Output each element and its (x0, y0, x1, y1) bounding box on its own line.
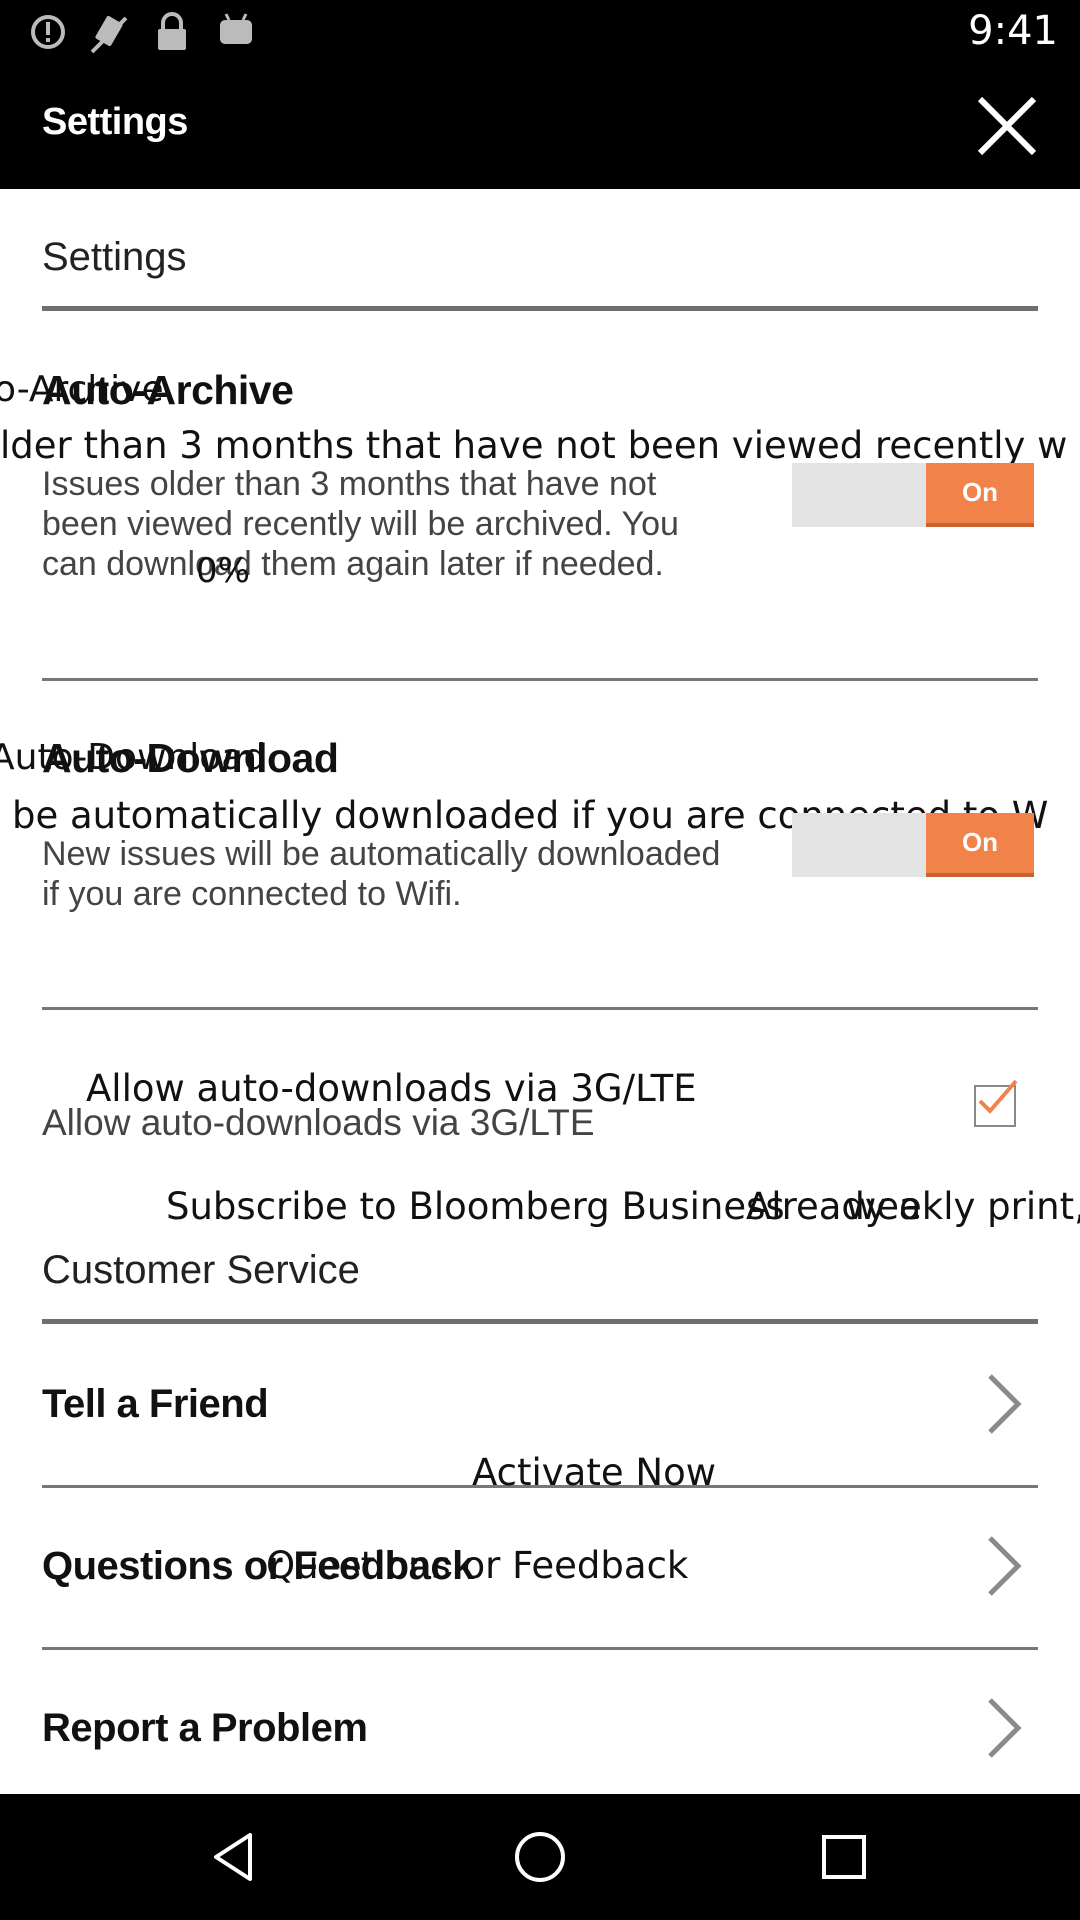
divider (42, 1007, 1038, 1010)
menu-item-report-a-problem[interactable]: Report a Problem (0, 1650, 1080, 1794)
settings-section-header: Settings (42, 235, 187, 279)
auto-archive-toggle[interactable]: On (792, 463, 1034, 527)
auto-download-title: Auto-Download (42, 735, 339, 781)
home-icon[interactable] (510, 1827, 570, 1887)
lte-label: Allow auto-downloads via 3G/LTE (42, 1102, 595, 1143)
auto-archive-title: Auto-Archive (42, 367, 294, 413)
android-icon (220, 13, 252, 44)
chevron-right-icon (988, 1374, 1022, 1434)
app-bar: Settings (0, 63, 1080, 189)
toggle-on-label: On (926, 813, 1034, 877)
lte-checkbox[interactable] (974, 1079, 1018, 1127)
menu-item-questions-feedback[interactable]: Questions or Feedback Questions or Feedb… (0, 1488, 1080, 1648)
lock-icon (158, 12, 186, 50)
auto-archive-ghost-desc: lder than 3 months that have not been vi… (0, 424, 1068, 467)
menu-label: Tell a Friend (42, 1382, 269, 1426)
recents-icon[interactable] (814, 1827, 874, 1887)
chevron-right-icon (988, 1536, 1022, 1596)
toggle-on-label: On (926, 463, 1034, 527)
progress-percent: 0% (196, 551, 250, 591)
checkmark-icon (978, 1079, 1018, 1114)
subscribe-ghost-3: weekly print, G (846, 1185, 1080, 1228)
navigation-bar (0, 1794, 1080, 1920)
auto-archive-description: Issues older than 3 months that have not… (42, 465, 679, 583)
status-bar: 9:41 (0, 0, 1080, 63)
divider (42, 306, 1038, 311)
menu-label: Report a Problem (42, 1706, 368, 1750)
auto-download-toggle[interactable]: On (792, 813, 1034, 877)
divider (42, 1319, 1038, 1324)
auto-download-description: New issues will be automatically downloa… (42, 835, 721, 913)
divider (42, 678, 1038, 681)
no-sim-icon (90, 15, 128, 54)
chevron-right-icon (988, 1698, 1022, 1758)
subscribe-ghost: Subscribe to Bloomberg Business (166, 1185, 785, 1228)
questions-ghost: Questions or Feedback (266, 1544, 689, 1587)
alert-icon (31, 15, 65, 49)
close-icon[interactable] (974, 93, 1040, 159)
app-title: Settings (42, 101, 188, 143)
back-icon[interactable] (206, 1827, 266, 1887)
customer-service-header: Customer Service (42, 1248, 360, 1292)
settings-content: Settings o-Archive Auto-Archive lder tha… (0, 189, 1080, 1794)
status-time: 9:41 (968, 8, 1058, 54)
